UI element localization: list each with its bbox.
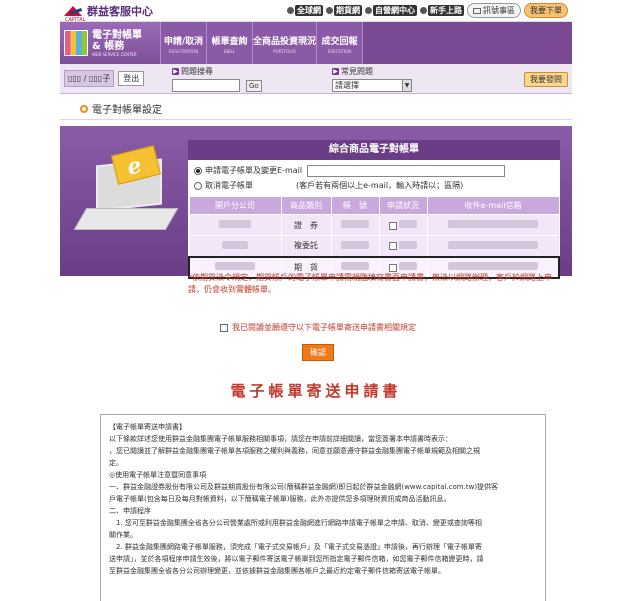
terms-line: 戶電子帳單(包含每日及每月對帳資料，以下簡稱電子帳單)服務，此外亦提供您多項理財… (109, 495, 451, 503)
table-row: 證 券 (188, 214, 560, 236)
order-button[interactable]: 我要下單 (524, 3, 568, 18)
mail-icon (473, 7, 481, 14)
terms-line: 2. 群益金融集團網路電子帳單服務，須完成「電子式交易帳戶」及「電子式交易憑證」… (109, 543, 482, 551)
question-search: ▶ 問題搜尋 (172, 66, 240, 92)
books-icon (64, 30, 88, 56)
col-product: 商品類別 (280, 196, 332, 215)
chevron-down-icon: ▼ (402, 80, 411, 91)
nav-brand-title: 電子對帳單 (92, 29, 142, 41)
status-checkbox[interactable] (388, 221, 397, 230)
agree-checkbox[interactable] (220, 323, 228, 332)
col-status: 申請狀況 (378, 196, 428, 215)
page-title: 電子對帳單設定 (60, 98, 572, 120)
nav-item-registration[interactable]: 申請/取消 REGISTRATION (160, 22, 206, 64)
arrow-icon: ▶ (332, 68, 339, 75)
main-nav: 電子對帳單 & 帳務 WEB SERVICE CENTER 申請/取消 REGIS… (60, 22, 572, 64)
radio-cancel[interactable] (194, 181, 202, 190)
nav-item-execution[interactable]: 成交回報 EXECUTION (316, 22, 362, 64)
option-cancel[interactable]: 取消電子帳單 (客戶若有兩個以上e-mail，輸入時請以；區隔) (194, 178, 554, 193)
table-header: 開戶分公司 商品類別 帳 號 申請狀況 收件e-mail信箱 (188, 196, 560, 215)
col-email: 收件e-mail信箱 (426, 196, 560, 215)
email-input[interactable] (307, 164, 506, 177)
nav-brand-en: WEB SERVICE CENTER (92, 51, 137, 57)
status-checkbox[interactable] (388, 263, 397, 272)
bullet-icon (420, 7, 427, 14)
option-apply-label: 申請電子帳單及變更E-mail (205, 166, 303, 175)
bullet-icon (287, 7, 294, 14)
ebill-card: 綜合商品電子對帳單 申請電子帳單及變更E-mail 取消電子帳單 (客戶若有兩個… (188, 140, 560, 279)
terms-line: 關作業。 (109, 531, 137, 539)
option-apply[interactable]: 申請電子帳單及變更E-mail (194, 163, 554, 178)
option-cancel-label: 取消電子帳單 (205, 181, 253, 190)
question-search-input[interactable] (172, 79, 240, 92)
bullet-icon (326, 7, 333, 14)
faq-label: 常見問題 (341, 67, 373, 76)
top-link-proprietary[interactable]: 自營網中心 (365, 5, 417, 16)
radio-apply[interactable] (194, 166, 202, 175)
top-link-beginner[interactable]: 新手上路 (420, 5, 464, 16)
terms-line: 定。 (109, 459, 123, 467)
laptop-email-illustration: e (73, 145, 179, 250)
top-link-global[interactable]: 全球網 (287, 5, 323, 16)
terms-line: 1. 您可至群益金融集團全省各分公司營業處所或利用群益金融網進行網路申請電子帳單… (109, 519, 482, 527)
agree-checkbox-row[interactable]: 我已閱讀並願遵守以下電子帳單寄送申請書相關規定 (220, 322, 416, 333)
page: CAPITAL 群益客服中心 全球網 期貨網 自營網中心 新手上路 訊號事區 我… (60, 0, 572, 601)
top-links: 全球網 期貨網 自營網中心 新手上路 訊號事區 我要下單 (287, 3, 568, 18)
logo[interactable]: CAPITAL 群益客服中心 (64, 3, 153, 23)
nav-item-ebill[interactable]: 帳單查詢 EBILL (206, 22, 252, 64)
option-group: 申請電子帳單及變更E-mail 取消電子帳單 (客戶若有兩個以上e-mail，輸… (188, 160, 560, 196)
bullet-icon (365, 7, 372, 14)
table-row: 複委託 (188, 235, 560, 257)
capital-logo-icon: CAPITAL (64, 4, 85, 23)
terms-line: 至群益金融集團全省各分公司辦理變更，並依據群益金融集團各帳戶之最近約定電子郵件信… (109, 567, 445, 575)
settings-panel: e 綜合商品電子對帳單 申請電子帳單及變更E-mail 取消電子帳單 (客戶若有… (60, 126, 572, 279)
agree-label: 我已閱讀並願遵守以下電子帳單寄送申請書相關規定 (232, 323, 416, 332)
terms-line: 一、群益金融證券股份有限公司及群益期貨股份有限公司(簡稱群益金融網)即日起於群益… (109, 483, 499, 491)
terms-line: ◎使用電子帳單注意暨同意事項 (109, 471, 207, 479)
terms-line: 以下條款詳述您使用群益金融集團電子帳單服務相關事項，請您在申請前詳細閱讀，當您簽… (109, 435, 452, 443)
col-branch: 開戶分公司 (188, 196, 282, 215)
futures-warning: *依期貨法令規定，期貨帳戶的電子帳單申請需親臨填寫書面申請書，無法以網路辦理，客… (188, 273, 552, 294)
logout-button[interactable]: 登出 (118, 71, 145, 86)
faq-select[interactable]: 請選擇 ▼ (332, 79, 412, 92)
terms-line: 【電子帳單寄送申請書】 (109, 423, 186, 431)
product-cell: 證 券 (280, 214, 332, 236)
message-button[interactable]: 訊號事區 (467, 3, 521, 18)
col-account: 帳 號 (330, 196, 380, 215)
card-title: 綜合商品電子對帳單 (188, 140, 560, 160)
status-checkbox[interactable] (388, 242, 397, 251)
product-cell: 複委託 (280, 235, 332, 257)
faq-select-group: ▶ 常見問題 請選擇 ▼ (332, 66, 412, 92)
go-button[interactable]: Go (246, 80, 262, 92)
arrow-icon: ▶ (172, 68, 179, 75)
top-bar: CAPITAL 群益客服中心 全球網 期貨網 自營網中心 新手上路 訊號事區 我… (60, 0, 572, 23)
nav-filler (362, 22, 572, 64)
user-info: ▯▯▯ / ▯▯▯子 (64, 70, 115, 87)
site-title: 群益客服中心 (87, 4, 153, 18)
terms-line: 送申請」，並於各項程序申請生效後，將以電子郵件寄送電子帳單到您所指定電子郵件信箱… (109, 555, 484, 563)
nav-item-portfolio[interactable]: 全商品投資現況 PORTFOLIO (252, 22, 316, 64)
terms-line: 二、申請程序 (109, 507, 151, 515)
search-row: ▯▯▯ / ▯▯▯子 登出 ▶ 問題搜尋 Go ▶ 常見問題 請選擇 ▼ 我要發問 (60, 64, 572, 94)
top-link-futures[interactable]: 期貨網 (326, 5, 362, 16)
confirm-button[interactable]: 確認 (302, 344, 334, 361)
nav-brand-title-2: & 帳務 (92, 40, 125, 52)
account-table: 開戶分公司 商品類別 帳 號 申請狀況 收件e-mail信箱 證 券 複委託 期… (188, 196, 560, 279)
question-search-label: 問題搜尋 (181, 67, 213, 76)
email-note: (客戶若有兩個以上e-mail，輸入時請以；區隔) (296, 181, 464, 190)
nav-brand[interactable]: 電子對帳單 & 帳務 WEB SERVICE CENTER (60, 22, 160, 64)
circle-bullet-icon (80, 104, 88, 113)
terms-line: ，您已閱讀並了解群益金融集團電子帳單各項服務之權利與義務，同意並願意遵守群益金融… (109, 447, 480, 455)
document-title: 電子帳單寄送申請書 (230, 382, 402, 400)
terms-text-box[interactable]: 【電子帳單寄送申請書】 以下條款詳述您使用群益金融集團電子帳單服務相關事項，請您… (100, 414, 546, 601)
ask-question-button[interactable]: 我要發問 (524, 72, 568, 87)
